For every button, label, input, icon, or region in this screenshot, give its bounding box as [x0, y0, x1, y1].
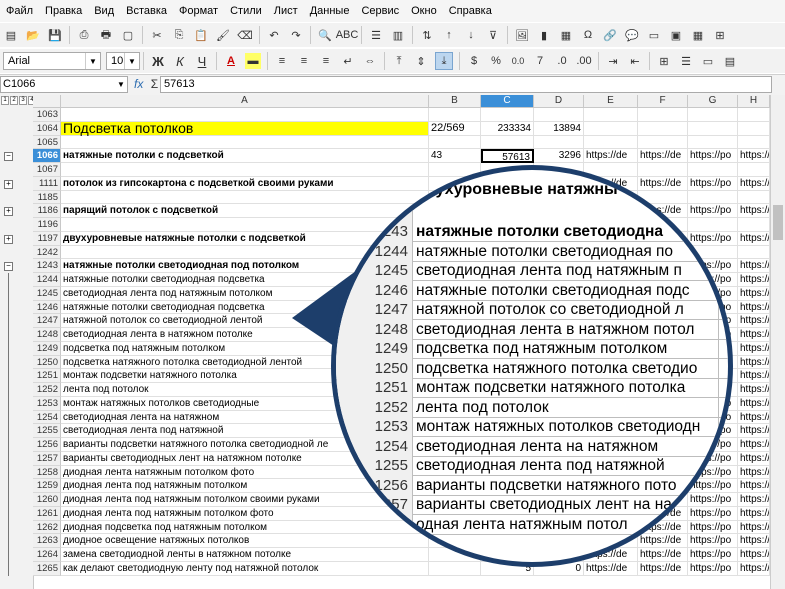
magnifier-row-number: 1254 — [336, 436, 413, 457]
magnifier-row: 1253 монтаж натяжных потолков светодиодн — [336, 417, 728, 437]
magnifier-row: 1246 натяжные потолки светодиодная подс — [336, 280, 728, 301]
magnifier-row-text: светодиодная лента под натяжным п — [416, 262, 682, 279]
magnifier-row-number: 1257 — [336, 495, 413, 515]
magnifier-row-text: подсветка под натяжным потолком — [416, 340, 668, 357]
magnifier-row: 1255 светодиодная лента под натяжной — [336, 456, 728, 476]
magnifier-row: 1256 варианты подсветки натяжного пото — [336, 475, 728, 496]
magnifier-row: 1244 натяжные потолки светодиодная по — [336, 241, 728, 262]
magnifier-row-text: натяжные потолки светодиодная подс — [416, 281, 690, 299]
magnifier-row-number: 1250 — [336, 358, 413, 379]
magnifier-row: 1247 натяжной потолок со светодиодной л — [336, 300, 728, 320]
magnifier-row-number: 1253 — [336, 417, 413, 437]
magnifier-top-text: двухуровневые натяжны — [416, 181, 618, 198]
magnifier-row-text: монтаж подсветки натяжного потолка — [416, 379, 686, 396]
magnifier-row-text: одная лента натяжным потол — [416, 515, 628, 533]
magnifier-row-text: натяжной потолок со светодиодной л — [416, 301, 684, 318]
magnifier-row-number — [336, 170, 413, 222]
magnifier-column-line — [718, 170, 719, 562]
magnifier-row-text: лента под потолок — [416, 398, 549, 416]
magnifier-top: двухуровневые натяжны — [336, 170, 728, 222]
magnifier-lens: двухуровневые натяжны 1243 натяжные потол… — [336, 170, 728, 562]
magnifier-row: 1245 светодиодная лента под натяжным п — [336, 261, 728, 281]
magnifier-row-number: 1256 — [336, 475, 413, 496]
magnifier-row-text: монтаж натяжных потолков светодиодн — [416, 418, 701, 435]
magnifier-row: 1252 лента под потолок — [336, 397, 728, 418]
magnifier-row-number: 1243 — [336, 222, 413, 242]
magnifier-row-number: 1246 — [336, 280, 413, 301]
magnifier-row-text: натяжные потолки светодиодная по — [416, 242, 674, 260]
magnifier-row: 1249 подсветка под натяжным потолком — [336, 339, 728, 359]
magnifier-row: одная лента натяжным потол — [336, 514, 728, 535]
magnifier-row-number: 1251 — [336, 378, 413, 398]
magnifier-row: 1243 натяжные потолки светодиодна — [336, 222, 728, 242]
magnifier-row: 1257 варианты светодиодных лент на на — [336, 495, 728, 515]
magnifier-row: 1254 светодиодная лента на натяжном — [336, 436, 728, 457]
magnifier-row-number: 1252 — [336, 397, 413, 418]
magnifier-row-number: 1247 — [336, 300, 413, 320]
magnifier-row-text: натяжные потолки светодиодна — [416, 223, 663, 240]
magnifier-row-number — [336, 514, 413, 535]
magnifier-row-text: подсветка натяжного потолка светодио — [416, 359, 698, 377]
magnifier-row-text: светодиодная лента под натяжной — [416, 457, 665, 474]
magnifier-row-number: 1255 — [336, 456, 413, 476]
magnifier-row: 1251 монтаж подсветки натяжного потолка — [336, 378, 728, 398]
magnifier-row-number: 1245 — [336, 261, 413, 281]
magnifier-row-text: светодиодная лента в натяжном потол — [416, 320, 695, 338]
magnifier-row-number: 1248 — [336, 319, 413, 340]
magnifier-row-number: 1249 — [336, 339, 413, 359]
magnifier-row: 1248 светодиодная лента в натяжном потол — [336, 319, 728, 340]
magnifier-row: 1250 подсветка натяжного потолка светодио — [336, 358, 728, 379]
magnifier-row-text: варианты подсветки натяжного пото — [416, 476, 677, 494]
magnifier-row-number: 1244 — [336, 241, 413, 262]
magnifier-row-text: светодиодная лента на натяжном — [416, 437, 659, 455]
magnifier-row-text: варианты светодиодных лент на на — [416, 496, 672, 513]
